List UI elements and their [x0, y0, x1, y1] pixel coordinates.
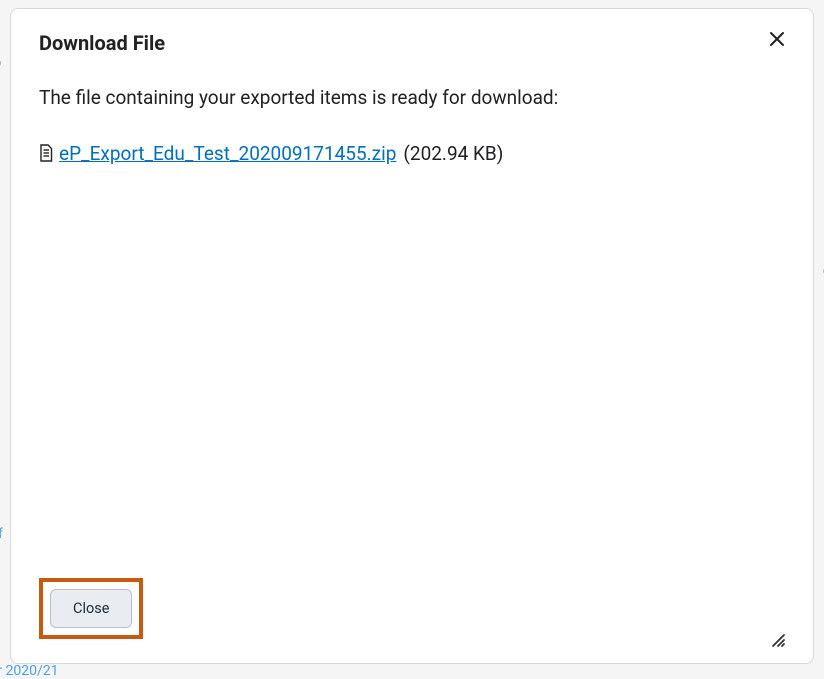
- modal-footer: Close: [11, 568, 813, 663]
- modal-title: Download File: [39, 31, 165, 55]
- export-description: The file containing your exported items …: [39, 85, 785, 112]
- close-button[interactable]: Close: [50, 589, 132, 628]
- close-button-highlight: Close: [39, 578, 143, 639]
- file-size-label: (202.94 KB): [403, 142, 503, 165]
- resize-handle-icon[interactable]: [769, 631, 785, 647]
- file-row: eP_Export_Edu_Test_202009171455.zip (202…: [39, 142, 785, 165]
- modal-body: The file containing your exported items …: [11, 55, 813, 568]
- close-icon[interactable]: [769, 31, 785, 47]
- background-text: of: [0, 526, 3, 542]
- download-file-modal: Download File The file containing your e…: [10, 8, 814, 664]
- modal-header: Download File: [11, 9, 813, 55]
- background-text: cr 2020/21: [0, 663, 59, 679]
- download-file-link[interactable]: eP_Export_Edu_Test_202009171455.zip: [59, 142, 396, 165]
- file-icon: [39, 144, 53, 162]
- background-text: io: [0, 55, 1, 71]
